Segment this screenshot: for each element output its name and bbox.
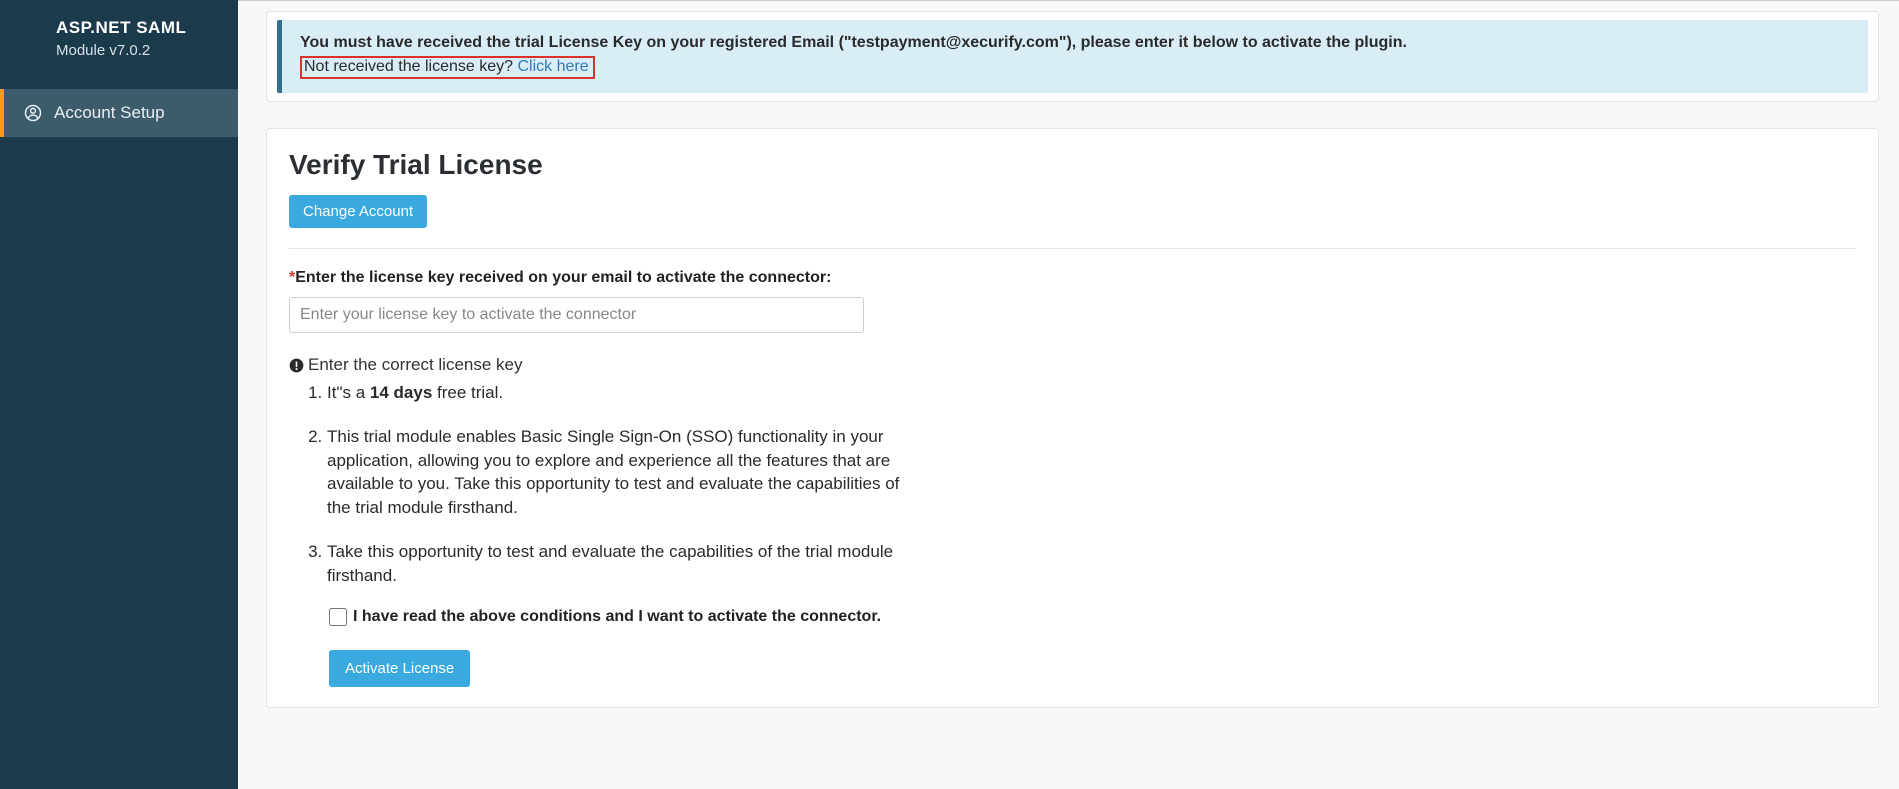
warn-text: Enter the correct license key [308,355,522,375]
notice-line1: You must have received the trial License… [300,34,1850,52]
brand-block: ASP.NET SAML Module v7.0.2 [0,0,238,71]
change-account-button[interactable]: Change Account [289,195,427,228]
license-key-input[interactable] [289,297,864,333]
condition-item-3: Take this opportunity to test and evalua… [327,540,907,588]
brand-title: ASP.NET SAML [56,18,218,38]
activate-license-button[interactable]: Activate License [329,650,470,687]
license-card: Verify Trial License Change Account *Ent… [266,128,1879,708]
c1-bold: 14 days [370,383,432,402]
c1-prefix: It"s a [327,383,370,402]
click-here-link[interactable]: Click here [517,58,588,75]
consent-row[interactable]: I have read the above conditions and I w… [329,608,1856,626]
not-received-box: Not received the license key? Click here [300,56,595,79]
consent-checkbox[interactable] [329,608,347,626]
sidebar-item-account-setup[interactable]: Account Setup [0,89,238,137]
exclamation-circle-icon [289,358,304,373]
notice-banner: You must have received the trial License… [277,20,1868,93]
warn-line: Enter the correct license key [289,355,1856,375]
user-circle-icon [24,104,42,122]
conditions-list: It"s a 14 days free trial. This trial mo… [327,381,907,588]
page-title: Verify Trial License [289,149,1856,181]
consent-label: I have read the above conditions and I w… [353,608,881,626]
condition-item-1: It"s a 14 days free trial. [327,381,907,405]
notice-card: You must have received the trial License… [266,11,1879,102]
c1-suffix: free trial. [432,383,503,402]
license-field-label-text: Enter the license key received on your e… [295,269,831,286]
notice-line2: Not received the license key? Click here [300,56,1850,79]
sidebar-item-label: Account Setup [54,103,165,123]
divider [289,248,1856,249]
sidebar: ASP.NET SAML Module v7.0.2 Account Setup [0,0,238,789]
license-field-label: *Enter the license key received on your … [289,269,1856,287]
condition-item-2: This trial module enables Basic Single S… [327,425,907,520]
main-content: You must have received the trial License… [238,0,1899,789]
not-received-text: Not received the license key? [304,58,517,75]
brand-subtitle: Module v7.0.2 [56,42,218,59]
